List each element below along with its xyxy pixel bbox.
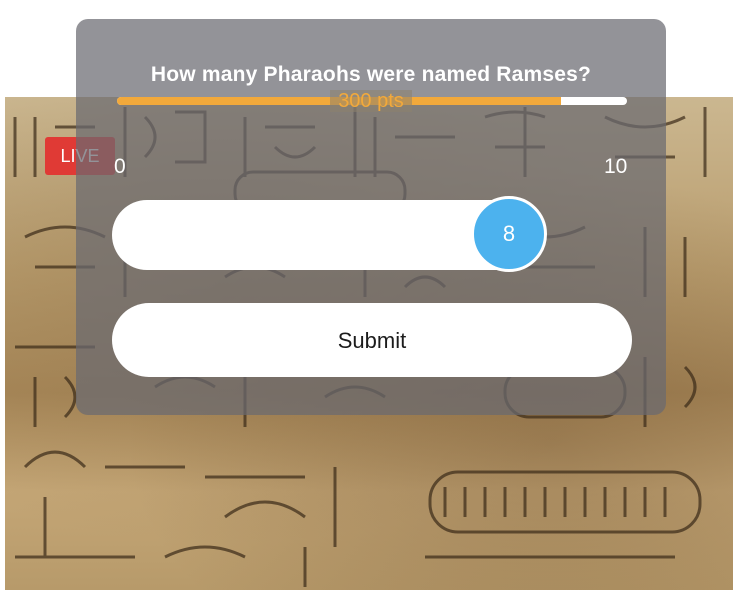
points-label: 300 pts bbox=[330, 90, 412, 112]
points-label-wrap: 300 pts bbox=[76, 90, 666, 113]
slider-max-label: 10 bbox=[604, 155, 628, 178]
submit-button[interactable]: Submit bbox=[112, 303, 632, 377]
slider-min-label: 0 bbox=[114, 155, 126, 178]
quiz-screen: LIVE How many Pharaohs were named Ramses… bbox=[5, 0, 733, 590]
answer-slider-thumb[interactable]: 8 bbox=[471, 196, 547, 272]
question-text: How many Pharaohs were named Ramses? bbox=[150, 63, 592, 86]
question-card: How many Pharaohs were named Ramses? 300… bbox=[76, 19, 666, 415]
